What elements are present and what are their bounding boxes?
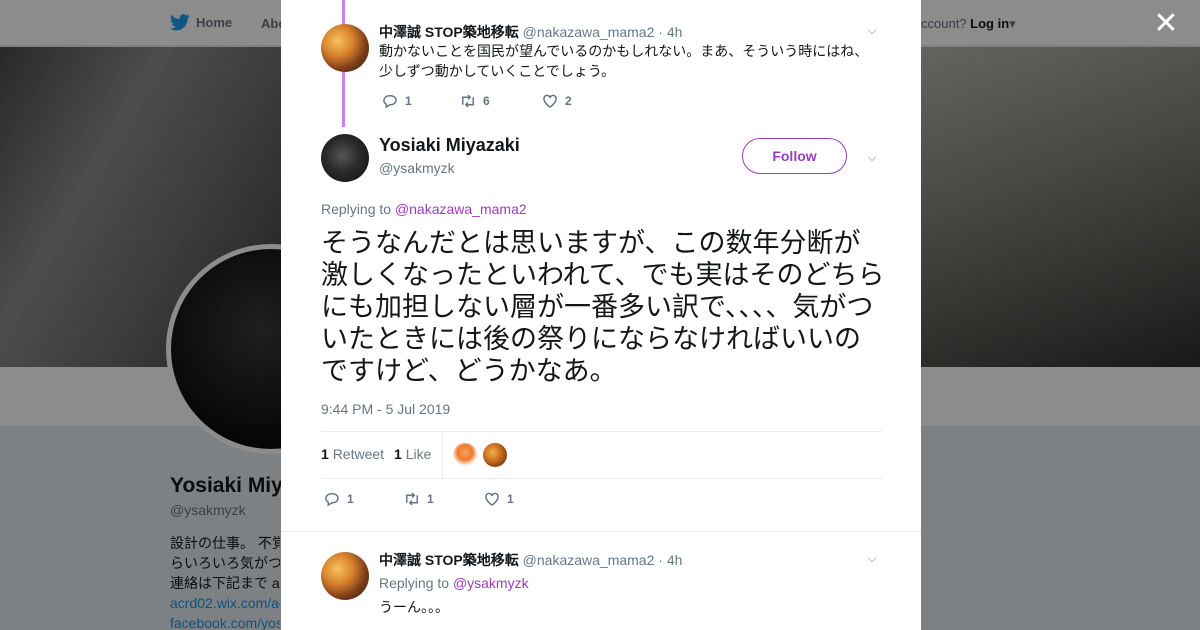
retweet-stat-label: Retweet bbox=[332, 446, 385, 462]
replying-to-link[interactable]: @ysakmyzk bbox=[453, 575, 529, 591]
retweet-icon bbox=[462, 94, 474, 108]
author-handle[interactable]: @ysakmyzk bbox=[379, 160, 455, 176]
reply-count: 1 bbox=[405, 94, 412, 108]
tweet-modal: 中澤誠 STOP築地移転 @nakazawa_mama2 · 4h ⌵ 動かない… bbox=[281, 0, 921, 630]
reply-icon bbox=[325, 493, 339, 507]
retweet-button[interactable]: 1 bbox=[403, 490, 483, 508]
tweet-text: うーん。。。 bbox=[379, 599, 449, 615]
tweet-time[interactable]: · 4h bbox=[658, 24, 682, 40]
like-count: 2 bbox=[565, 94, 572, 108]
chevron-down-icon[interactable]: ⌵ bbox=[865, 552, 879, 566]
replying-prefix: Replying to bbox=[379, 575, 450, 591]
replying-to-link[interactable]: @nakazawa_mama2 bbox=[395, 201, 527, 217]
follow-button[interactable]: Follow bbox=[742, 138, 847, 174]
tweet-actions: 1 1 1 bbox=[323, 490, 514, 508]
reply-button[interactable]: 1 bbox=[323, 490, 403, 508]
replies-separator bbox=[281, 531, 921, 541]
author-name[interactable]: 中澤誠 STOP築地移転 bbox=[379, 24, 519, 40]
divider bbox=[442, 432, 443, 478]
divider bbox=[321, 478, 882, 479]
retweet-count: 6 bbox=[483, 94, 490, 108]
tweet-text: 動かないことを国民が望んでいるのかもしれない。まあ、そういう時にはね、少しずつ動… bbox=[379, 43, 869, 79]
tweet-time[interactable]: · 4h bbox=[658, 552, 682, 568]
retweet-stat-count: 1 bbox=[321, 446, 329, 462]
chevron-down-icon[interactable]: ⌵ bbox=[865, 151, 879, 165]
like-button[interactable]: 1 bbox=[483, 490, 514, 508]
like-count: 1 bbox=[507, 492, 514, 506]
tweet-stats: 1 Retweet 1 Like bbox=[321, 446, 431, 462]
replying-prefix: Replying to bbox=[321, 201, 392, 217]
tweet-actions: 1 6 2 bbox=[381, 92, 572, 110]
like-button[interactable]: 2 bbox=[541, 92, 572, 110]
retweet-button[interactable]: 6 bbox=[459, 92, 541, 110]
retweet-icon bbox=[406, 492, 418, 506]
retweet-count: 1 bbox=[427, 492, 434, 506]
avatar[interactable] bbox=[321, 24, 369, 72]
like-stat[interactable]: 1 Like bbox=[394, 446, 431, 462]
reply-count: 1 bbox=[347, 492, 354, 506]
like-stat-count: 1 bbox=[394, 446, 402, 462]
tweet-timestamp[interactable]: 9:44 PM - 5 Jul 2019 bbox=[321, 401, 450, 417]
liker-avatar[interactable] bbox=[483, 443, 507, 467]
tweet-text-large: そうなんだとは思いますが、この数年分断が激しくなったといわれて、でも実はそのどち… bbox=[321, 228, 885, 386]
author-handle[interactable]: @nakazawa_mama2 bbox=[523, 552, 655, 568]
liker-avatar[interactable] bbox=[453, 443, 477, 467]
author-name[interactable]: 中澤誠 STOP築地移転 bbox=[379, 552, 519, 568]
like-icon bbox=[543, 94, 557, 108]
tweet-header: 中澤誠 STOP築地移転 @nakazawa_mama2 · 4h bbox=[379, 550, 682, 570]
avatar[interactable] bbox=[321, 134, 369, 182]
reply-icon bbox=[383, 95, 397, 109]
close-icon[interactable]: ✕ bbox=[1152, 9, 1180, 39]
chevron-down-icon[interactable]: ⌵ bbox=[865, 24, 879, 38]
like-icon bbox=[485, 492, 499, 506]
author-handle[interactable]: @nakazawa_mama2 bbox=[523, 24, 655, 40]
author-name[interactable]: Yosiaki Miyazaki bbox=[379, 135, 520, 156]
like-stat-label: Like bbox=[405, 446, 432, 462]
divider bbox=[321, 431, 882, 432]
retweet-stat[interactable]: 1 Retweet bbox=[321, 446, 384, 462]
reply-button[interactable]: 1 bbox=[381, 92, 459, 110]
replying-to: Replying to @ysakmyzk bbox=[379, 575, 529, 591]
tweet-header: 中澤誠 STOP築地移転 @nakazawa_mama2 · 4h bbox=[379, 22, 682, 42]
replying-to: Replying to @nakazawa_mama2 bbox=[321, 201, 527, 217]
avatar[interactable] bbox=[321, 552, 369, 600]
